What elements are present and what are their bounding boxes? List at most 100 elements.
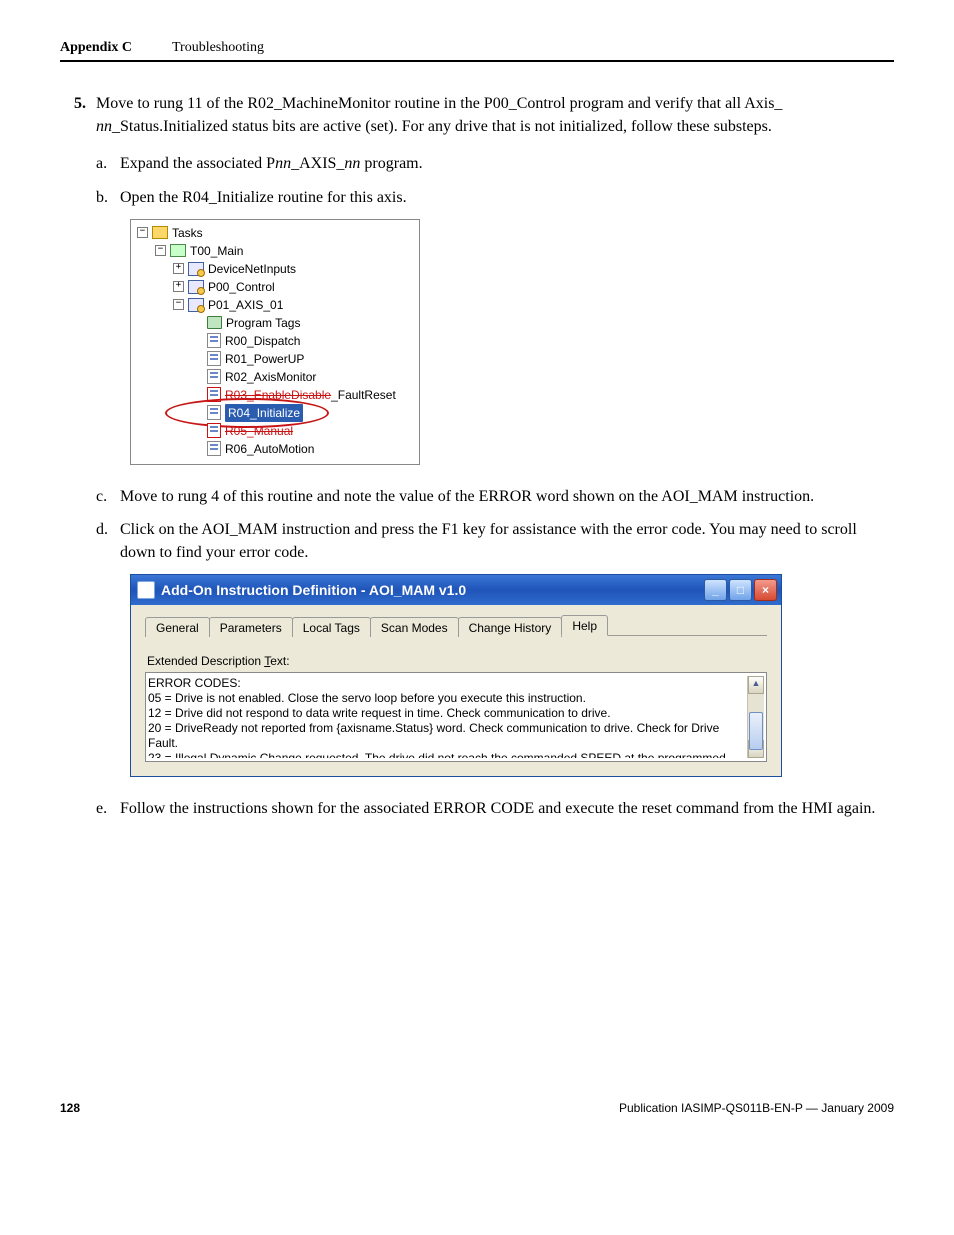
aoi-definition-window: Add-On Instruction Definition - AOI_MAM … — [130, 574, 782, 777]
tree-r05-label: R05_Manual — [225, 422, 293, 440]
substep-c-letter: c. — [96, 485, 120, 508]
aoi-window-title: Add-On Instruction Definition - AOI_MAM … — [161, 582, 704, 598]
tree-r00[interactable]: R00_Dispatch — [135, 332, 415, 350]
tab-parameters[interactable]: Parameters — [209, 617, 293, 637]
appendix-title: Troubleshooting — [172, 40, 264, 56]
minimize-icon: _ — [712, 583, 719, 597]
substep-e-body: Follow the instructions shown for the as… — [120, 797, 894, 820]
tree-tasks[interactable]: − Tasks — [135, 224, 415, 242]
tree-r02[interactable]: R02_AxisMonitor — [135, 368, 415, 386]
substep-a-post2: program. — [360, 155, 422, 172]
routine-icon — [207, 369, 221, 384]
substep-a: a. Expand the associated Pnn_AXIS_nn pro… — [96, 152, 894, 175]
substep-a-body: Expand the associated Pnn_AXIS_nn progra… — [120, 152, 894, 175]
substep-a-letter: a. — [96, 152, 120, 175]
program-icon — [188, 262, 204, 276]
tree-tasks-label: Tasks — [172, 224, 203, 242]
tree-devnet[interactable]: + DeviceNetInputs — [135, 260, 415, 278]
task-icon — [170, 244, 186, 257]
close-button[interactable]: × — [754, 579, 777, 601]
tree-r06-label: R06_AutoMotion — [225, 440, 314, 458]
step5-text-c: _Status.Initialized status bits are acti… — [112, 118, 772, 135]
maximize-icon: □ — [737, 583, 744, 597]
substep-d-letter: d. — [96, 518, 120, 564]
routine-icon — [207, 351, 221, 366]
error-code-23: 23 = Illegal Dynamic Change requested. T… — [148, 751, 745, 758]
substep-e-letter: e. — [96, 797, 120, 820]
aoi-titlebar[interactable]: Add-On Instruction Definition - AOI_MAM … — [131, 575, 781, 605]
ext-label-pre: Extended Description — [147, 654, 264, 668]
tree-r02-label: R02_AxisMonitor — [225, 368, 316, 386]
chevron-up-icon: ▲ — [752, 678, 761, 688]
tree-r05[interactable]: R05_Manual — [135, 422, 415, 440]
error-code-05: 05 = Drive is not enabled. Close the ser… — [148, 691, 745, 706]
tree-r04[interactable]: R04_Initialize — [135, 404, 415, 422]
tab-general[interactable]: General — [145, 617, 210, 637]
folder-icon — [152, 226, 168, 239]
tree-r03a-label: R03_EnableDisable — [225, 386, 331, 404]
substep-c: c. Move to rung 4 of this routine and no… — [96, 485, 894, 508]
ext-label-post: ext: — [270, 654, 289, 668]
substep-a-nn2: nn — [344, 155, 360, 172]
program-icon — [188, 298, 204, 312]
tree-r01-label: R01_PowerUP — [225, 350, 304, 368]
maximize-button[interactable]: □ — [729, 579, 752, 601]
tags-icon — [207, 316, 222, 329]
extended-description-label: Extended Description Text: — [147, 654, 767, 668]
error-code-20: 20 = DriveReady not reported from {axisn… — [148, 721, 745, 751]
tree-devnet-label: DeviceNetInputs — [208, 260, 296, 278]
page-number: 128 — [60, 1101, 80, 1115]
step-number: 5. — [60, 92, 86, 138]
expander-icon[interactable]: − — [173, 299, 184, 310]
scroll-up-button[interactable]: ▲ — [748, 676, 764, 694]
substep-a-pre: Expand the associated P — [120, 155, 275, 172]
substep-d-body: Click on the AOI_MAM instruction and pre… — [120, 518, 894, 564]
substep-b: b. Open the R04_Initialize routine for t… — [96, 186, 894, 209]
tree-p00[interactable]: + P00_Control — [135, 278, 415, 296]
tree-t00[interactable]: − T00_Main — [135, 242, 415, 260]
tab-help[interactable]: Help — [561, 615, 608, 636]
extended-description-content: ERROR CODES: 05 = Drive is not enabled. … — [148, 676, 747, 758]
tree-p01[interactable]: − P01_AXIS_01 — [135, 296, 415, 314]
scroll-track[interactable] — [748, 694, 764, 740]
step5-nn: nn — [96, 118, 112, 135]
substep-e: e. Follow the instructions shown for the… — [96, 797, 894, 820]
publication-info: Publication IASIMP-QS011B-EN-P — January… — [619, 1101, 894, 1115]
expander-icon[interactable]: − — [137, 227, 148, 238]
routine-icon — [207, 423, 221, 438]
expander-icon[interactable]: + — [173, 281, 184, 292]
program-icon — [188, 280, 204, 294]
tab-scan-modes[interactable]: Scan Modes — [370, 617, 459, 637]
page-header: Appendix C Troubleshooting — [60, 40, 894, 62]
vertical-scrollbar[interactable]: ▲ ▼ — [747, 676, 764, 758]
scroll-thumb[interactable] — [749, 712, 763, 750]
expander-icon[interactable]: − — [155, 245, 166, 256]
substep-b-body: Open the R04_Initialize routine for this… — [120, 186, 894, 209]
tree-r06[interactable]: R06_AutoMotion — [135, 440, 415, 458]
step-5: 5. Move to rung 11 of the R02_MachineMon… — [60, 92, 894, 138]
close-icon: × — [762, 583, 769, 597]
routine-icon — [207, 405, 221, 420]
step-body: Move to rung 11 of the R02_MachineMonito… — [96, 92, 894, 138]
controller-tree: − Tasks − T00_Main + DeviceNetInputs + P… — [130, 219, 420, 465]
routine-icon — [207, 333, 221, 348]
tree-r01[interactable]: R01_PowerUP — [135, 350, 415, 368]
step5-text-a: Move to rung 11 of the R02_MachineMonito… — [96, 95, 782, 112]
tab-local-tags[interactable]: Local Tags — [292, 617, 371, 637]
expander-icon[interactable]: + — [173, 263, 184, 274]
tree-ptags-label: Program Tags — [226, 314, 300, 332]
tab-change-history[interactable]: Change History — [458, 617, 563, 637]
routine-icon — [207, 441, 221, 456]
extended-description-textarea[interactable]: ERROR CODES: 05 = Drive is not enabled. … — [145, 672, 767, 762]
tree-r04-label: R04_Initialize — [225, 404, 303, 422]
page-footer: 128 Publication IASIMP-QS011B-EN-P — Jan… — [60, 1101, 894, 1115]
substep-a-post1: _AXIS_ — [291, 155, 344, 172]
tree-t00-label: T00_Main — [190, 242, 243, 260]
tree-p00-label: P00_Control — [208, 278, 275, 296]
tree-ptags[interactable]: Program Tags — [135, 314, 415, 332]
routine-icon — [207, 387, 221, 402]
minimize-button[interactable]: _ — [704, 579, 727, 601]
tree-r03[interactable]: R03_EnableDisable_FaultReset — [135, 386, 415, 404]
tree-r00-label: R00_Dispatch — [225, 332, 300, 350]
appendix-label: Appendix C — [60, 40, 132, 56]
